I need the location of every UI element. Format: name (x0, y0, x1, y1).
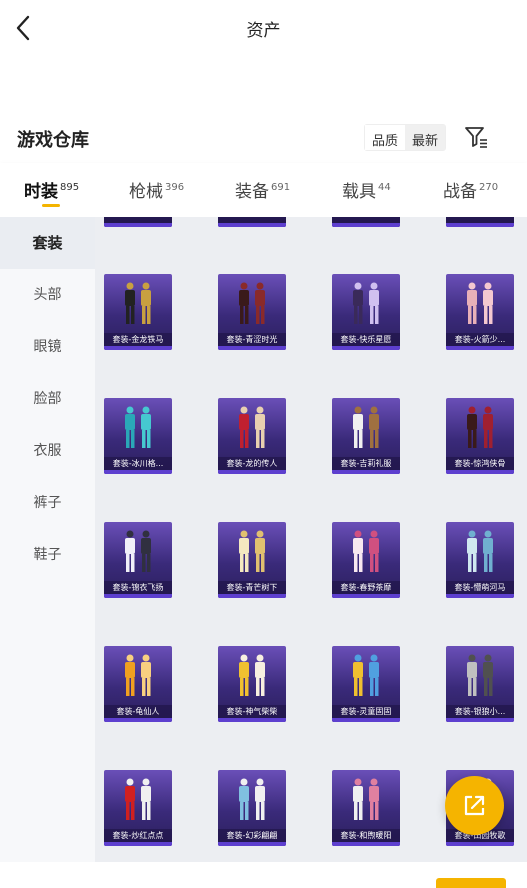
item-card[interactable]: 套装-银狼小... (446, 646, 514, 722)
item-card-partial[interactable] (332, 217, 400, 227)
item-caption: 套装-龟仙人 (104, 705, 172, 718)
tab-supplies[interactable]: 战备 270 (443, 177, 498, 202)
item-card[interactable]: 套装-火箭少... (446, 274, 514, 350)
sort-quality-button[interactable]: 品质 (365, 125, 406, 150)
outfit-image (125, 530, 151, 572)
warehouse-title: 游戏仓库 (17, 130, 89, 151)
item-card[interactable]: 套装-吉莉礼服 (332, 398, 400, 474)
item-card[interactable]: 套装-幻彩翩翩 (218, 770, 286, 846)
tab-equipment[interactable]: 装备 691 (235, 177, 290, 202)
outfit-image (467, 530, 493, 572)
tab-label: 装备 (235, 182, 269, 202)
item-card[interactable]: 套装-灵童固固 (332, 646, 400, 722)
outfit-image (353, 778, 379, 820)
sidebar-item-pants[interactable]: 裤子 (0, 477, 95, 529)
item-caption: 套装-银狼小... (446, 705, 514, 718)
item-caption: 套装-龙的传人 (218, 457, 286, 470)
item-card[interactable]: 套装-懵萌河马 (446, 522, 514, 598)
category-tabs: 时装 895 枪械 396 装备 691 载具 44 战备 270 (0, 163, 527, 217)
tab-vehicles[interactable]: 载具 44 (342, 177, 391, 202)
outfit-image (125, 406, 151, 448)
tab-label: 枪械 (129, 182, 163, 202)
tab-label: 时装 (24, 182, 58, 202)
sidebar-item-glasses[interactable]: 眼镜 (0, 321, 95, 373)
sidebar-item-shoes[interactable]: 鞋子 (0, 529, 95, 581)
outfit-image (239, 654, 265, 696)
outfit-image (353, 654, 379, 696)
item-card[interactable]: 套装-快乐星愿 (332, 274, 400, 350)
tab-guns[interactable]: 枪械 396 (129, 177, 184, 202)
share-icon (464, 795, 485, 816)
item-card[interactable]: 套装-炒红点点 (104, 770, 172, 846)
item-card[interactable]: 套装-锦衣飞扬 (104, 522, 172, 598)
outfit-image (239, 282, 265, 324)
outfit-image (467, 654, 493, 696)
item-caption: 套装-快乐星愿 (332, 333, 400, 346)
item-caption: 套装-金龙铁马 (104, 333, 172, 346)
item-caption: 套装-懵萌河马 (446, 581, 514, 594)
tab-count: 44 (378, 182, 391, 194)
item-caption: 套装-和煦暖阳 (332, 829, 400, 842)
outfit-image (353, 282, 379, 324)
outfit-image (125, 282, 151, 324)
page-title: 资产 (246, 21, 281, 41)
outfit-image (467, 282, 493, 324)
item-caption: 套装-青涩时光 (218, 333, 286, 346)
sort-newest-button[interactable]: 最新 (405, 125, 446, 150)
item-caption: 套装-火箭少... (446, 333, 514, 346)
item-caption: 套装-幻彩翩翩 (218, 829, 286, 842)
outfit-image (125, 778, 151, 820)
item-card[interactable]: 套装-金龙铁马 (104, 274, 172, 350)
tab-count: 396 (165, 182, 185, 194)
item-caption: 套装-炒红点点 (104, 829, 172, 842)
tab-count: 691 (271, 182, 291, 194)
item-card[interactable]: 套装-龙的传人 (218, 398, 286, 474)
tab-count: 270 (479, 182, 499, 194)
outfit-image (239, 406, 265, 448)
item-card[interactable]: 套装-春野茶靡 (332, 522, 400, 598)
tab-label: 战备 (443, 182, 477, 202)
sort-toggle: 品质 最新 (364, 124, 447, 151)
share-button[interactable] (445, 776, 504, 835)
sidebar-item-head[interactable]: 头部 (0, 269, 95, 321)
item-caption: 套装-春野茶靡 (332, 581, 400, 594)
item-grid: 套装-金龙铁马 套装-青涩时光 套装-快乐星愿 套装-火箭少... 套装-冰川格... 套… (95, 217, 527, 862)
item-caption: 套装-灵童固固 (332, 705, 400, 718)
item-card-partial[interactable] (218, 217, 286, 227)
sidebar-item-clothes[interactable]: 衣服 (0, 425, 95, 477)
outfit-image (239, 778, 265, 820)
outfit-image (239, 530, 265, 572)
filter-icon[interactable] (463, 124, 489, 150)
outfit-image (353, 530, 379, 572)
item-card[interactable]: 套装-青芒树下 (218, 522, 286, 598)
item-card-partial[interactable] (446, 217, 514, 227)
tab-fashion[interactable]: 时装 895 (24, 177, 79, 202)
item-caption: 套装-锦衣飞扬 (104, 581, 172, 594)
sidebar-item-suit[interactable]: 套装 (0, 217, 95, 269)
item-card[interactable]: 套装-惊鸿侠骨 (446, 398, 514, 474)
outfit-image (125, 654, 151, 696)
outfit-image (467, 406, 493, 448)
active-tab-indicator (42, 204, 60, 207)
item-caption: 套装-惊鸿侠骨 (446, 457, 514, 470)
tab-label: 载具 (342, 182, 376, 202)
item-caption: 套装-吉莉礼服 (332, 457, 400, 470)
sidebar-item-face[interactable]: 脸部 (0, 373, 95, 425)
item-card[interactable]: 套装-冰川格... (104, 398, 172, 474)
item-card-partial[interactable] (104, 217, 172, 227)
bottom-action-button[interactable] (436, 878, 506, 888)
outfit-image (353, 406, 379, 448)
item-card[interactable]: 套装-神气柴柴 (218, 646, 286, 722)
top-bar: 资产 (0, 0, 527, 56)
item-caption: 套装-青芒树下 (218, 581, 286, 594)
item-card[interactable]: 套装-和煦暖阳 (332, 770, 400, 846)
item-card[interactable]: 套装-青涩时光 (218, 274, 286, 350)
item-card[interactable]: 套装-龟仙人 (104, 646, 172, 722)
tab-count: 895 (60, 182, 80, 194)
sidebar: 套装 头部 眼镜 脸部 衣服 裤子 鞋子 (0, 217, 95, 862)
item-caption: 套装-神气柴柴 (218, 705, 286, 718)
item-caption: 套装-冰川格... (104, 457, 172, 470)
